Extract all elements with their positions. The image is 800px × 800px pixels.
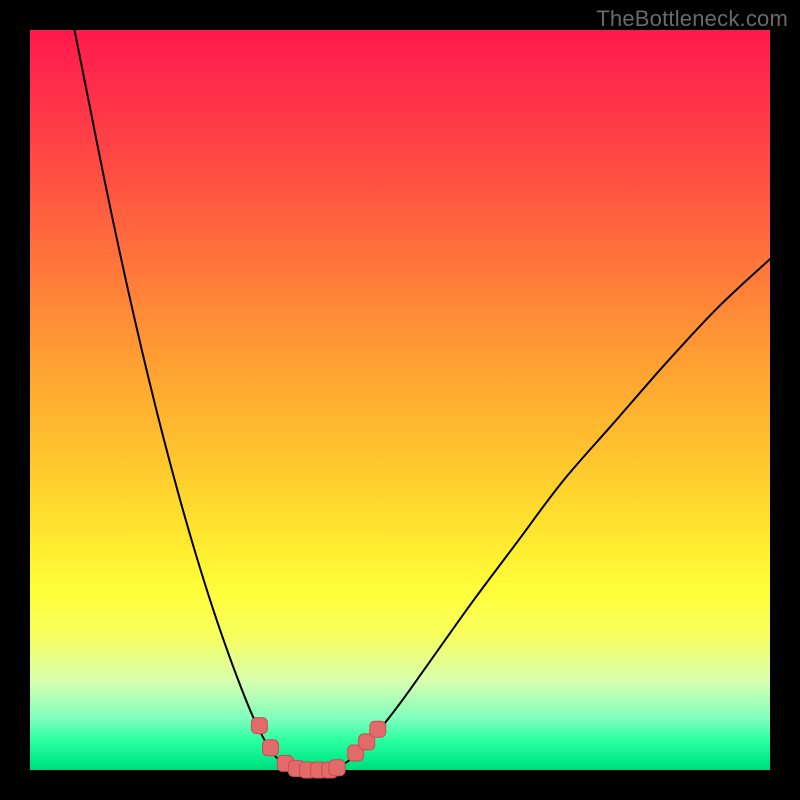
chart-svg [30, 30, 770, 770]
marker-0 [251, 718, 267, 734]
chart-plot-area [30, 30, 770, 770]
watermark-text: TheBottleneck.com [596, 6, 788, 32]
marker-1 [263, 740, 279, 756]
marker-7 [329, 760, 345, 776]
chart-frame: TheBottleneck.com [0, 0, 800, 800]
chart-markers [251, 718, 385, 778]
marker-10 [370, 721, 386, 737]
series-right-branch [333, 259, 770, 768]
chart-curves [74, 30, 770, 771]
series-left-branch [74, 30, 300, 769]
